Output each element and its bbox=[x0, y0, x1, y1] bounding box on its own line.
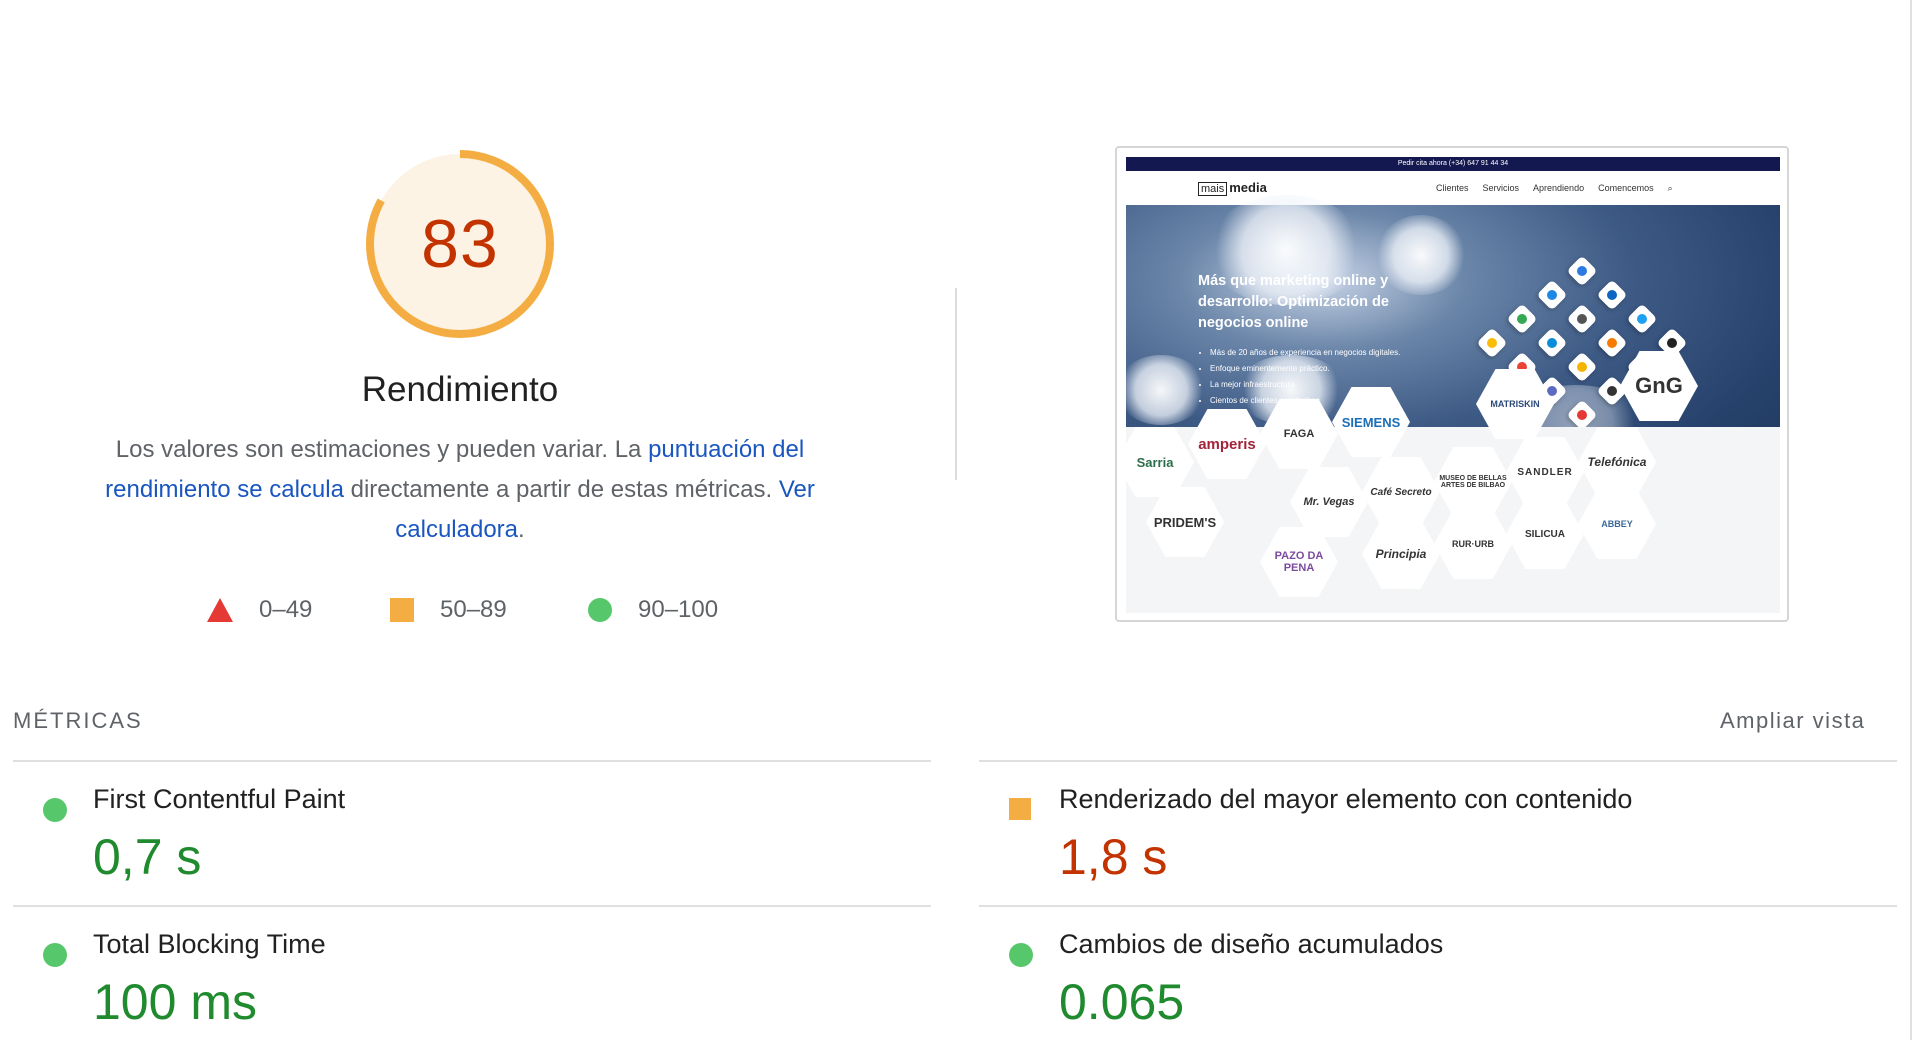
app-icon bbox=[1566, 351, 1598, 383]
bullet-item: Más de 20 años de experiencia en negocio… bbox=[1210, 345, 1450, 361]
performance-gauge: 83 bbox=[363, 147, 557, 341]
circle-icon bbox=[1009, 943, 1033, 967]
description-text: Los valores son estimaciones y pueden va… bbox=[115, 436, 649, 463]
app-icon bbox=[1596, 327, 1628, 359]
metric-value: 0.065 bbox=[1059, 974, 1185, 1030]
menu-item: Clientes bbox=[1436, 183, 1469, 193]
triangle-icon bbox=[207, 598, 233, 622]
divider bbox=[955, 288, 957, 480]
metric-label: First Contentful Paint bbox=[93, 784, 346, 814]
menu-item: Comencemos bbox=[1598, 183, 1654, 193]
performance-title: Rendimiento bbox=[361, 370, 559, 409]
metric-first-contentful-paint: First Contentful Paint 0,7 s bbox=[13, 762, 943, 902]
metric-largest-contentful-paint: Renderizado del mayor elemento con conte… bbox=[979, 762, 1909, 902]
app-icon bbox=[1536, 279, 1568, 311]
screenshot-topbar: Pedir cita ahora (+34) 647 91 44 34 bbox=[1126, 157, 1780, 171]
menu-item: Aprendiendo bbox=[1533, 183, 1585, 193]
client-logo: RUR·URB bbox=[1434, 509, 1512, 579]
app-icon bbox=[1566, 255, 1598, 287]
final-screenshot: Pedir cita ahora (+34) 647 91 44 34 mais… bbox=[1115, 146, 1789, 622]
client-logo: Telefónica bbox=[1578, 427, 1656, 497]
page-edge bbox=[1910, 0, 1912, 1040]
app-icon bbox=[1506, 303, 1538, 335]
menu-item: Servicios bbox=[1482, 183, 1520, 193]
expand-view-toggle[interactable]: Ampliar vista bbox=[1720, 708, 1865, 734]
description-text: directamente a partir de estas métricas. bbox=[343, 476, 779, 503]
cloud-image bbox=[1126, 355, 1206, 425]
circle-icon bbox=[43, 943, 67, 967]
app-icon bbox=[1566, 303, 1598, 335]
logo-text: media bbox=[1229, 180, 1267, 195]
legend-pass: 90–100 bbox=[588, 590, 718, 630]
client-logo: ABBEY bbox=[1578, 489, 1656, 559]
metric-value: 100 ms bbox=[93, 974, 257, 1030]
screenshot-navbar: mais media Clientes Servicios Aprendiendo… bbox=[1126, 171, 1780, 205]
client-logo: Café Secreto bbox=[1362, 457, 1440, 527]
screenshot-logo: mais media bbox=[1198, 180, 1267, 196]
legend-fail: 0–49 bbox=[207, 590, 312, 630]
bullet-item: Enfoque eminentemente práctico. bbox=[1210, 361, 1450, 377]
client-logo: Sarria bbox=[1126, 427, 1194, 497]
performance-score: 83 bbox=[421, 206, 499, 282]
metric-value: 1,8 s bbox=[1059, 829, 1168, 885]
client-logo: PAZO DA PENA bbox=[1260, 527, 1338, 597]
legend-average: 50–89 bbox=[390, 590, 507, 630]
legend-label: 50–89 bbox=[440, 596, 507, 623]
clients-band: Sarria amperis FAGA SIEMENS MATRISKIN Gn… bbox=[1126, 351, 1780, 613]
metric-total-blocking-time: Total Blocking Time 100 ms bbox=[13, 907, 943, 1047]
circle-icon bbox=[588, 598, 612, 622]
performance-description: Los valores son estimaciones y pueden va… bbox=[95, 430, 825, 550]
client-logo: PRIDEM'S bbox=[1146, 487, 1224, 557]
client-logo: SANDLER bbox=[1506, 437, 1584, 507]
bullet-item: Cientos de clientes satisfechos bbox=[1210, 393, 1450, 409]
logo-box: mais bbox=[1198, 182, 1228, 196]
bullet-item: La mejor infraestructura. bbox=[1210, 377, 1450, 393]
screenshot-menu: Clientes Servicios Aprendiendo Comencemo… bbox=[1436, 183, 1673, 194]
screenshot-headline: Más que marketing online y desarrollo: O… bbox=[1198, 273, 1389, 331]
metric-label: Total Blocking Time bbox=[93, 929, 326, 959]
square-icon bbox=[1009, 798, 1031, 820]
legend-label: 90–100 bbox=[638, 596, 719, 623]
app-icon bbox=[1626, 303, 1658, 335]
legend-label: 0–49 bbox=[259, 596, 313, 623]
square-icon bbox=[390, 598, 414, 622]
app-icon bbox=[1536, 327, 1568, 359]
screenshot-bullets: Más de 20 años de experiencia en negocio… bbox=[1196, 345, 1450, 409]
circle-icon bbox=[43, 798, 67, 822]
app-icon bbox=[1596, 279, 1628, 311]
metric-label: Cambios de diseño acumulados bbox=[1059, 929, 1444, 959]
screenshot-image: Pedir cita ahora (+34) 647 91 44 34 mais… bbox=[1126, 157, 1780, 613]
description-text: . bbox=[518, 516, 525, 543]
metrics-heading: MÉTRICAS bbox=[13, 708, 143, 733]
search-icon: ⌕ bbox=[1667, 183, 1673, 193]
client-logo: MUSEO DE BELLAS ARTES DE BILBAO bbox=[1434, 447, 1512, 517]
client-logo: SILICUA bbox=[1506, 499, 1584, 569]
metric-cumulative-layout-shift: Cambios de diseño acumulados 0.065 bbox=[979, 907, 1909, 1047]
app-icon bbox=[1476, 327, 1508, 359]
client-logo: Principia bbox=[1362, 519, 1440, 589]
metric-value: 0,7 s bbox=[93, 829, 202, 885]
client-logo: Mr. Vegas bbox=[1290, 467, 1368, 537]
metric-label: Renderizado del mayor elemento con conte… bbox=[1059, 784, 1633, 814]
